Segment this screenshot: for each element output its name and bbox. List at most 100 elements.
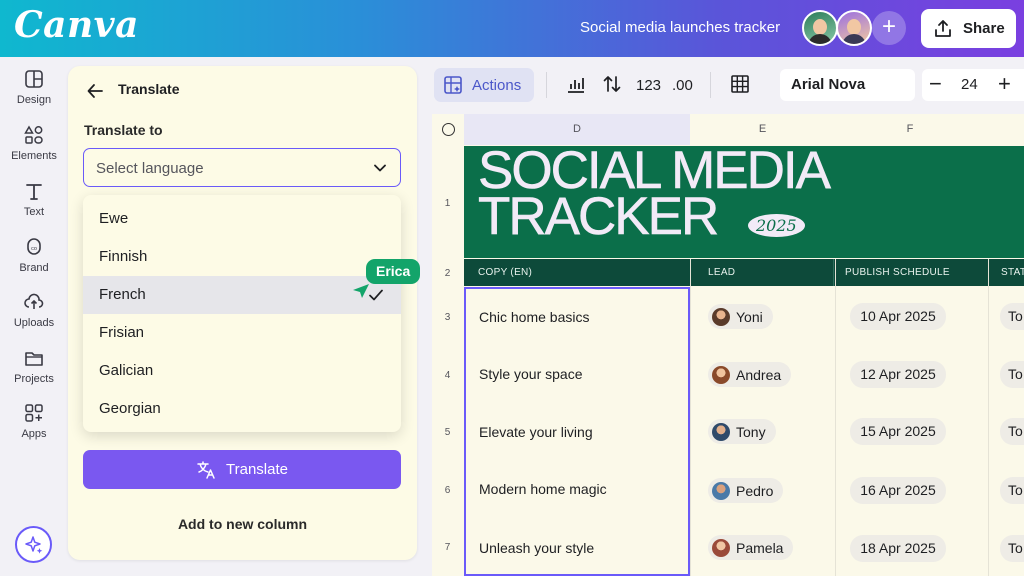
uploads-icon — [24, 293, 44, 309]
translate-button-label: Translate — [226, 461, 288, 478]
status-chip[interactable]: To — [1000, 535, 1024, 562]
language-option[interactable]: Galician — [83, 352, 401, 390]
sparkle-icon — [24, 535, 42, 554]
row-number[interactable]: 6 — [432, 485, 463, 496]
projects-icon — [25, 352, 43, 366]
chevron-down-icon — [374, 164, 386, 172]
status-chip[interactable]: To — [1000, 418, 1024, 445]
magic-assistant-button[interactable] — [15, 526, 52, 563]
rail-item-uploads[interactable]: Uploads — [0, 292, 68, 329]
row-number[interactable]: 1 — [432, 198, 463, 209]
lead-chip[interactable]: Pedro — [708, 478, 784, 503]
top-bar: Canva Social media launches tracker + Sh… — [0, 0, 1024, 57]
language-option[interactable]: Frisian — [83, 314, 401, 352]
language-option[interactable]: Georgian — [83, 390, 401, 428]
share-button[interactable]: Share — [921, 9, 1016, 48]
status-chip[interactable]: To — [1000, 361, 1024, 388]
font-family-select[interactable]: Arial Nova — [780, 69, 915, 101]
selected-column-outline — [464, 287, 690, 576]
collaborator-name-tag: Erica — [366, 259, 421, 284]
avatar — [712, 365, 730, 384]
row-number[interactable]: 4 — [432, 370, 463, 381]
column-header-f[interactable]: F — [835, 114, 985, 145]
lead-chip[interactable]: Tony — [708, 419, 776, 444]
increase-font-size-button[interactable]: + — [998, 70, 1011, 98]
status-chip[interactable]: To — [1000, 477, 1024, 504]
translate-panel: Translate Translate to Select language E… — [68, 66, 417, 560]
rail-item-label: Text — [23, 206, 45, 218]
editor-toolbar: Actions 123 .00 Arial Nova − 24 + — [432, 68, 1024, 104]
panel-title: Translate — [118, 81, 180, 97]
date-chip[interactable]: 16 Apr 2025 — [850, 477, 946, 504]
row-number[interactable]: 2 — [432, 268, 463, 279]
actions-icon — [444, 76, 462, 94]
row-number[interactable]: 5 — [432, 427, 463, 438]
column-header-e[interactable]: E — [690, 114, 835, 145]
document-title[interactable]: Social media launches tracker — [580, 19, 780, 36]
table-grid-icon[interactable] — [730, 74, 750, 94]
text-icon — [26, 184, 42, 200]
elements-icon — [24, 125, 43, 144]
language-option[interactable]: Ewe — [83, 200, 401, 238]
share-icon — [935, 19, 951, 37]
rail-item-apps[interactable]: Apps — [0, 403, 68, 440]
chart-icon[interactable] — [566, 74, 586, 94]
add-to-new-column-button[interactable]: Add to new column — [68, 516, 417, 532]
svg-text:co: co — [31, 246, 37, 252]
lead-chip[interactable]: Andrea — [708, 362, 792, 387]
actions-button[interactable]: Actions — [434, 68, 534, 102]
avatar — [712, 538, 730, 557]
collaborator-avatar[interactable] — [836, 10, 872, 46]
avatar — [712, 307, 730, 326]
avatar — [712, 422, 730, 441]
language-select[interactable]: Select language — [83, 148, 401, 187]
translate-to-label: Translate to — [84, 122, 163, 138]
checkmark-icon — [369, 289, 383, 301]
brand-icon: co — [27, 238, 41, 255]
design-icon — [25, 70, 43, 88]
language-option[interactable]: Finnish — [83, 238, 401, 276]
date-chip[interactable]: 18 Apr 2025 — [850, 535, 946, 562]
lead-chip[interactable]: Pamela — [708, 535, 794, 560]
rail-item-design[interactable]: Design — [0, 69, 68, 106]
translate-button[interactable]: Translate — [83, 450, 401, 489]
number-format-button[interactable]: 123 — [636, 77, 661, 94]
header-cell[interactable]: LEAD — [708, 259, 735, 286]
date-chip[interactable]: 12 Apr 2025 — [850, 361, 946, 388]
header-cell[interactable]: COPY (EN) — [478, 259, 532, 286]
share-label: Share — [963, 20, 1005, 37]
canva-logo[interactable]: Canva — [14, 4, 139, 46]
header-cell[interactable]: STAT — [1001, 259, 1024, 286]
row-number[interactable]: 3 — [432, 312, 463, 323]
collaborator-avatar[interactable] — [802, 10, 838, 46]
decrease-font-size-button[interactable]: − — [929, 70, 942, 98]
date-chip[interactable]: 15 Apr 2025 — [850, 418, 946, 445]
title-banner[interactable]: SOCIAL MEDIA TRACKER 2025 — [464, 146, 1024, 258]
actions-label: Actions — [472, 76, 522, 94]
language-select-placeholder: Select language — [96, 160, 204, 177]
language-option-label: French — [99, 286, 146, 303]
lead-chip[interactable]: Yoni — [708, 304, 773, 329]
avatar — [712, 481, 730, 500]
font-size-value[interactable]: 24 — [961, 76, 978, 93]
rail-item-label: Design — [16, 94, 52, 106]
add-collaborator-button[interactable]: + — [872, 11, 906, 45]
sort-icon[interactable] — [602, 74, 622, 94]
rail-item-projects[interactable]: Projects — [0, 348, 68, 385]
rail-item-label: Elements — [11, 150, 57, 162]
table-header-row: COPY (EN) LEAD PUBLISH SCHEDULE STAT — [464, 259, 1024, 286]
decimal-format-button[interactable]: .00 — [672, 77, 693, 94]
rail-item-text[interactable]: Text — [0, 181, 68, 218]
rail-item-brand[interactable]: co Brand — [0, 237, 68, 274]
header-cell[interactable]: PUBLISH SCHEDULE — [845, 259, 950, 286]
column-header-d[interactable]: D — [464, 114, 690, 145]
rail-item-elements[interactable]: Elements — [0, 125, 68, 162]
apps-icon — [25, 404, 43, 422]
row-number[interactable]: 7 — [432, 542, 463, 553]
select-all-circle[interactable] — [442, 123, 455, 136]
back-arrow-icon[interactable] — [86, 82, 104, 100]
language-dropdown: Ewe Finnish French Frisian Galician Geor… — [83, 195, 401, 432]
date-chip[interactable]: 10 Apr 2025 — [850, 303, 946, 330]
collaborator-cursor-icon — [353, 284, 369, 298]
status-chip[interactable]: To — [1000, 303, 1024, 330]
